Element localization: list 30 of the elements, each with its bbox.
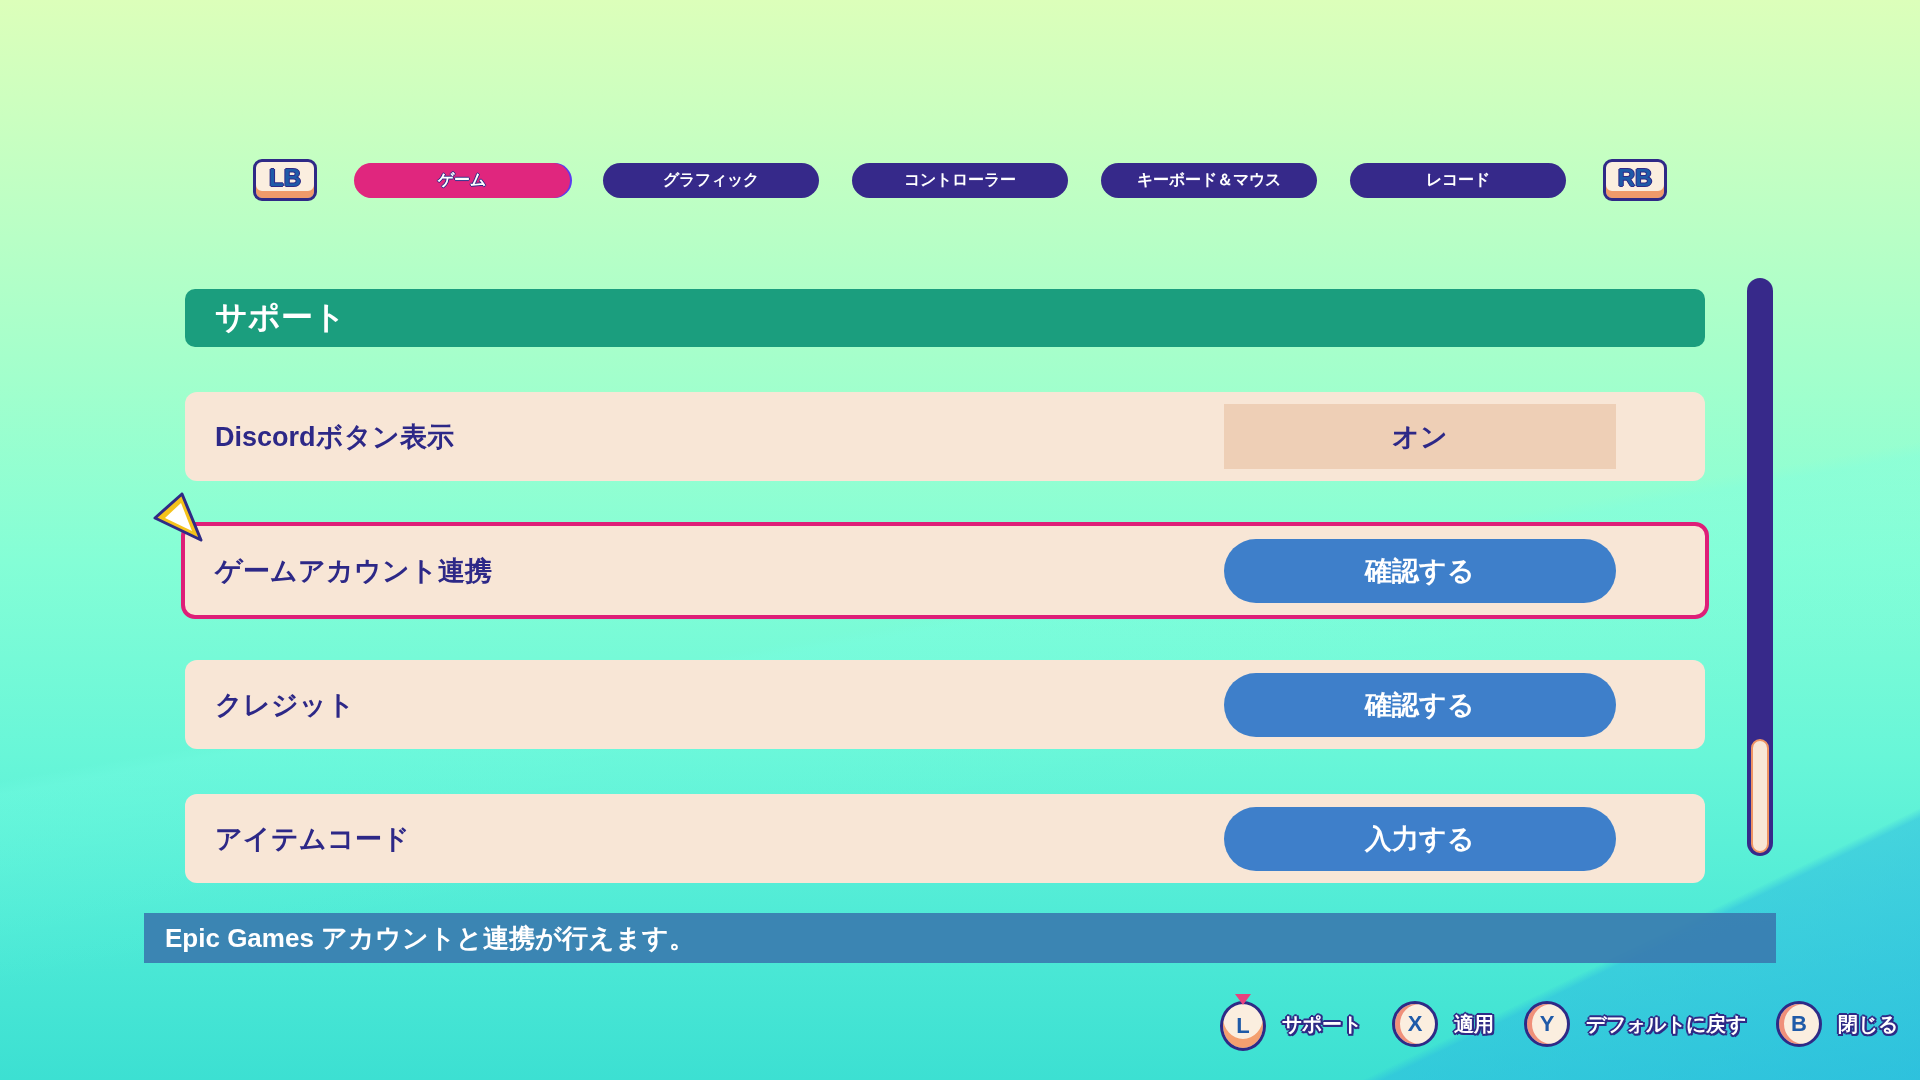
tab[interactable]: グラフィック <box>603 162 819 198</box>
tab[interactable]: レコード <box>1350 162 1566 198</box>
gamepad-key: X <box>1392 1001 1438 1047</box>
hint-label: 適用 <box>1454 1011 1494 1037</box>
setting-label: クレジット <box>215 688 355 722</box>
action-button[interactable]: 確認する <box>1224 538 1616 603</box>
tab[interactable]: コントローラー <box>852 162 1068 198</box>
setting-label: Discordボタン表示 <box>215 420 454 454</box>
bumper-key: LB <box>253 159 317 201</box>
action-button[interactable]: 入力する <box>1224 806 1616 871</box>
action-button[interactable]: 確認する <box>1224 672 1616 737</box>
hint-label: デフォルトに戻す <box>1586 1011 1746 1037</box>
tab[interactable]: キーボード＆マウス <box>1101 162 1317 198</box>
description-bar: Epic Games アカウントと連携が行えます。 <box>144 913 1776 963</box>
scrollbar[interactable] <box>1747 278 1773 856</box>
hint-label: 閉じる <box>1838 1011 1898 1037</box>
gamepad-key: B <box>1776 1001 1822 1047</box>
setting-row[interactable]: Discordボタン表示 オン <box>185 392 1705 481</box>
toggle-value[interactable]: オン <box>1224 404 1616 469</box>
setting-row[interactable]: クレジット 確認する <box>185 660 1705 749</box>
setting-row[interactable]: アイテムコード 入力する <box>185 794 1705 883</box>
scrollbar-thumb[interactable] <box>1751 739 1769 853</box>
gamepad-key: Y <box>1524 1001 1570 1047</box>
cursor-icon <box>152 491 204 543</box>
hint-label: サポート <box>1282 1011 1362 1037</box>
section-header: サポート <box>185 289 1705 347</box>
tab[interactable]: ゲーム <box>354 162 570 198</box>
setting-label: アイテムコード <box>215 822 410 856</box>
setting-label: ゲームアカウント連携 <box>215 554 492 588</box>
bumper-key: RB <box>1603 159 1667 201</box>
